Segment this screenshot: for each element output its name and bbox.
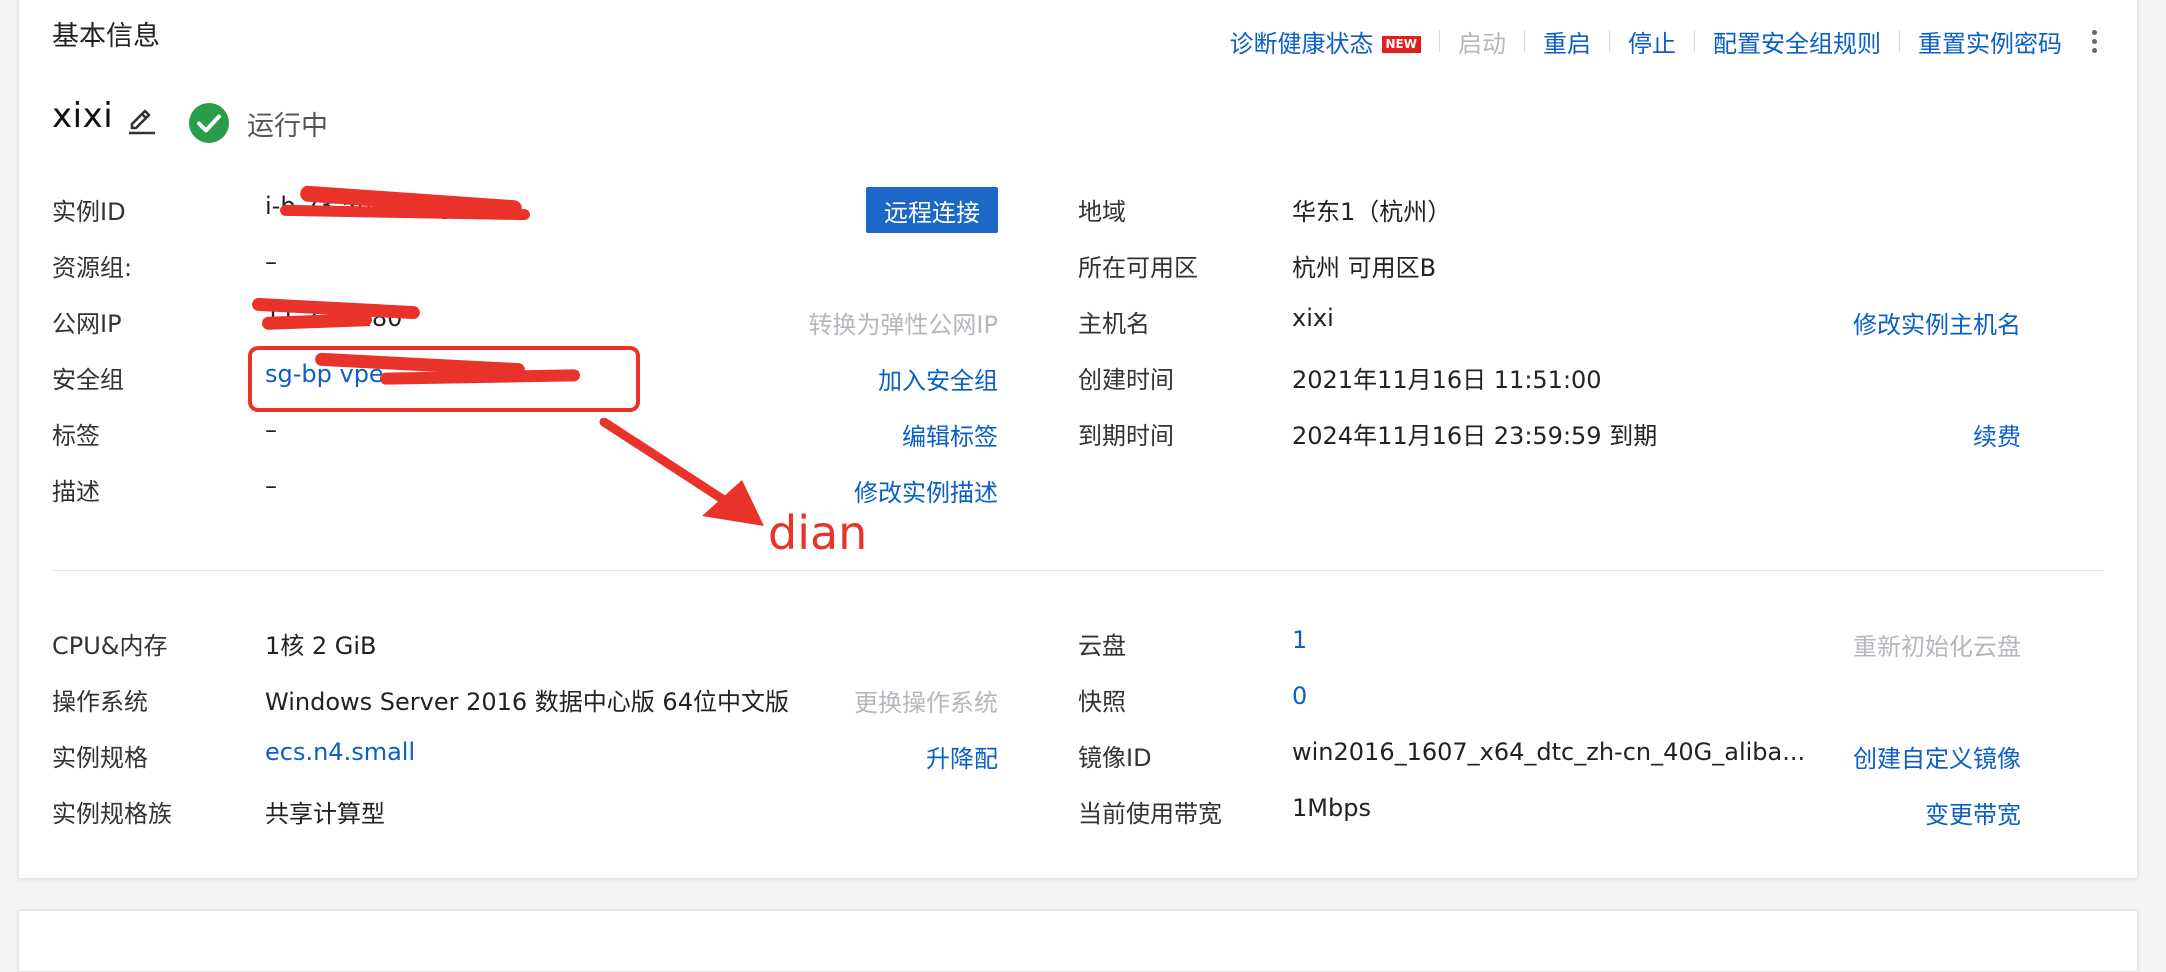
toolbar-divider	[1609, 30, 1610, 52]
stop-button[interactable]: 停止	[1628, 24, 1676, 59]
diagnose-health-label: 诊断健康状态	[1229, 29, 1374, 58]
created-time-value: 2021年11月16日 11:51:00	[1292, 366, 1602, 394]
zone-value: 杭州 可用区B	[1292, 254, 1437, 282]
public-ip-label: 公网IP	[52, 310, 122, 338]
bandwidth-value: 1Mbps	[1292, 794, 1371, 822]
tags-label: 标签	[52, 422, 100, 450]
toolbar-divider	[1694, 30, 1695, 52]
snapshot-count-link[interactable]: 0	[1292, 682, 1307, 710]
description-value: –	[265, 472, 277, 500]
annotation-arrow-icon	[599, 418, 764, 526]
bandwidth-label: 当前使用带宽	[1078, 800, 1222, 828]
instance-type-link[interactable]: ecs.n4.small	[265, 738, 415, 766]
hostname-value: xixi	[1292, 304, 1334, 332]
toolbar-divider	[1524, 30, 1525, 52]
os-label: 操作系统	[52, 688, 148, 716]
description-label: 描述	[52, 478, 100, 506]
reinit-disk-link[interactable]: 重新初始化云盘	[1853, 627, 2021, 662]
instance-name: xixi	[52, 96, 114, 136]
change-spec-link[interactable]: 升降配	[926, 739, 998, 774]
status-text: 运行中	[247, 111, 328, 142]
image-id-value: win2016_1607_x64_dtc_zh-cn_40G_aliba...	[1292, 738, 1806, 766]
tags-value: –	[265, 416, 277, 444]
annotation-highlight-box	[248, 346, 640, 412]
snapshot-label: 快照	[1078, 688, 1126, 716]
renew-link[interactable]: 续费	[1973, 417, 2021, 452]
zone-label: 所在可用区	[1078, 254, 1198, 282]
resource-group-value: –	[265, 248, 277, 276]
change-bandwidth-link[interactable]: 变更带宽	[1925, 795, 2021, 830]
configure-security-rules-button[interactable]: 配置安全组规则	[1713, 24, 1881, 59]
next-card	[18, 910, 2138, 972]
type-family-label: 实例规格族	[52, 800, 172, 828]
section-divider	[52, 570, 2104, 571]
toolbar-divider	[1439, 30, 1440, 52]
edit-description-link[interactable]: 修改实例描述	[854, 473, 998, 508]
toolbar-divider	[1899, 30, 1900, 52]
remote-connect-button[interactable]: 远程连接	[866, 187, 998, 233]
start-button[interactable]: 启动	[1458, 24, 1506, 59]
join-security-group-link[interactable]: 加入安全组	[878, 361, 998, 396]
cloud-disk-count-link[interactable]: 1	[1292, 626, 1307, 654]
create-custom-image-link[interactable]: 创建自定义镜像	[1853, 739, 2021, 774]
instance-id-label: 实例ID	[52, 198, 126, 226]
running-status-icon	[189, 103, 229, 143]
change-os-link[interactable]: 更换操作系统	[854, 683, 998, 718]
convert-eip-link[interactable]: 转换为弹性公网IP	[808, 305, 998, 340]
edit-name-icon[interactable]	[126, 106, 158, 136]
diagnose-health-link[interactable]: 诊断健康状态 NEW	[1230, 24, 1421, 59]
hostname-label: 主机名	[1078, 310, 1150, 338]
resource-group-label: 资源组:	[52, 254, 133, 282]
instance-toolbar: 诊断健康状态 NEW 启动 重启 停止 配置安全组规则 重置实例密码	[1230, 24, 2104, 58]
more-actions-icon[interactable]	[2084, 26, 2104, 56]
cpu-memory-label: CPU&内存	[52, 632, 168, 660]
new-badge: NEW	[1381, 36, 1421, 53]
type-family-value: 共享计算型	[265, 800, 385, 828]
image-id-label: 镜像ID	[1078, 744, 1152, 772]
restart-button[interactable]: 重启	[1543, 24, 1591, 59]
modify-hostname-link[interactable]: 修改实例主机名	[1853, 305, 2021, 340]
instance-type-label: 实例规格	[52, 744, 148, 772]
expire-time-value: 2024年11月16日 23:59:59 到期	[1292, 422, 1658, 450]
security-group-label: 安全组	[52, 366, 124, 394]
region-value: 华东1（杭州）	[1292, 198, 1452, 226]
cloud-disk-label: 云盘	[1078, 632, 1126, 660]
section-title: 基本信息	[52, 21, 160, 52]
annotation-text: dian	[768, 506, 868, 560]
cpu-memory-value: 1核 2 GiB	[265, 632, 377, 660]
region-label: 地域	[1078, 198, 1126, 226]
edit-tags-link[interactable]: 编辑标签	[902, 417, 998, 452]
reset-password-button[interactable]: 重置实例密码	[1918, 24, 2062, 59]
os-value: Windows Server 2016 数据中心版 64位中文版	[265, 688, 789, 716]
expire-time-label: 到期时间	[1078, 422, 1174, 450]
created-time-label: 创建时间	[1078, 366, 1174, 394]
